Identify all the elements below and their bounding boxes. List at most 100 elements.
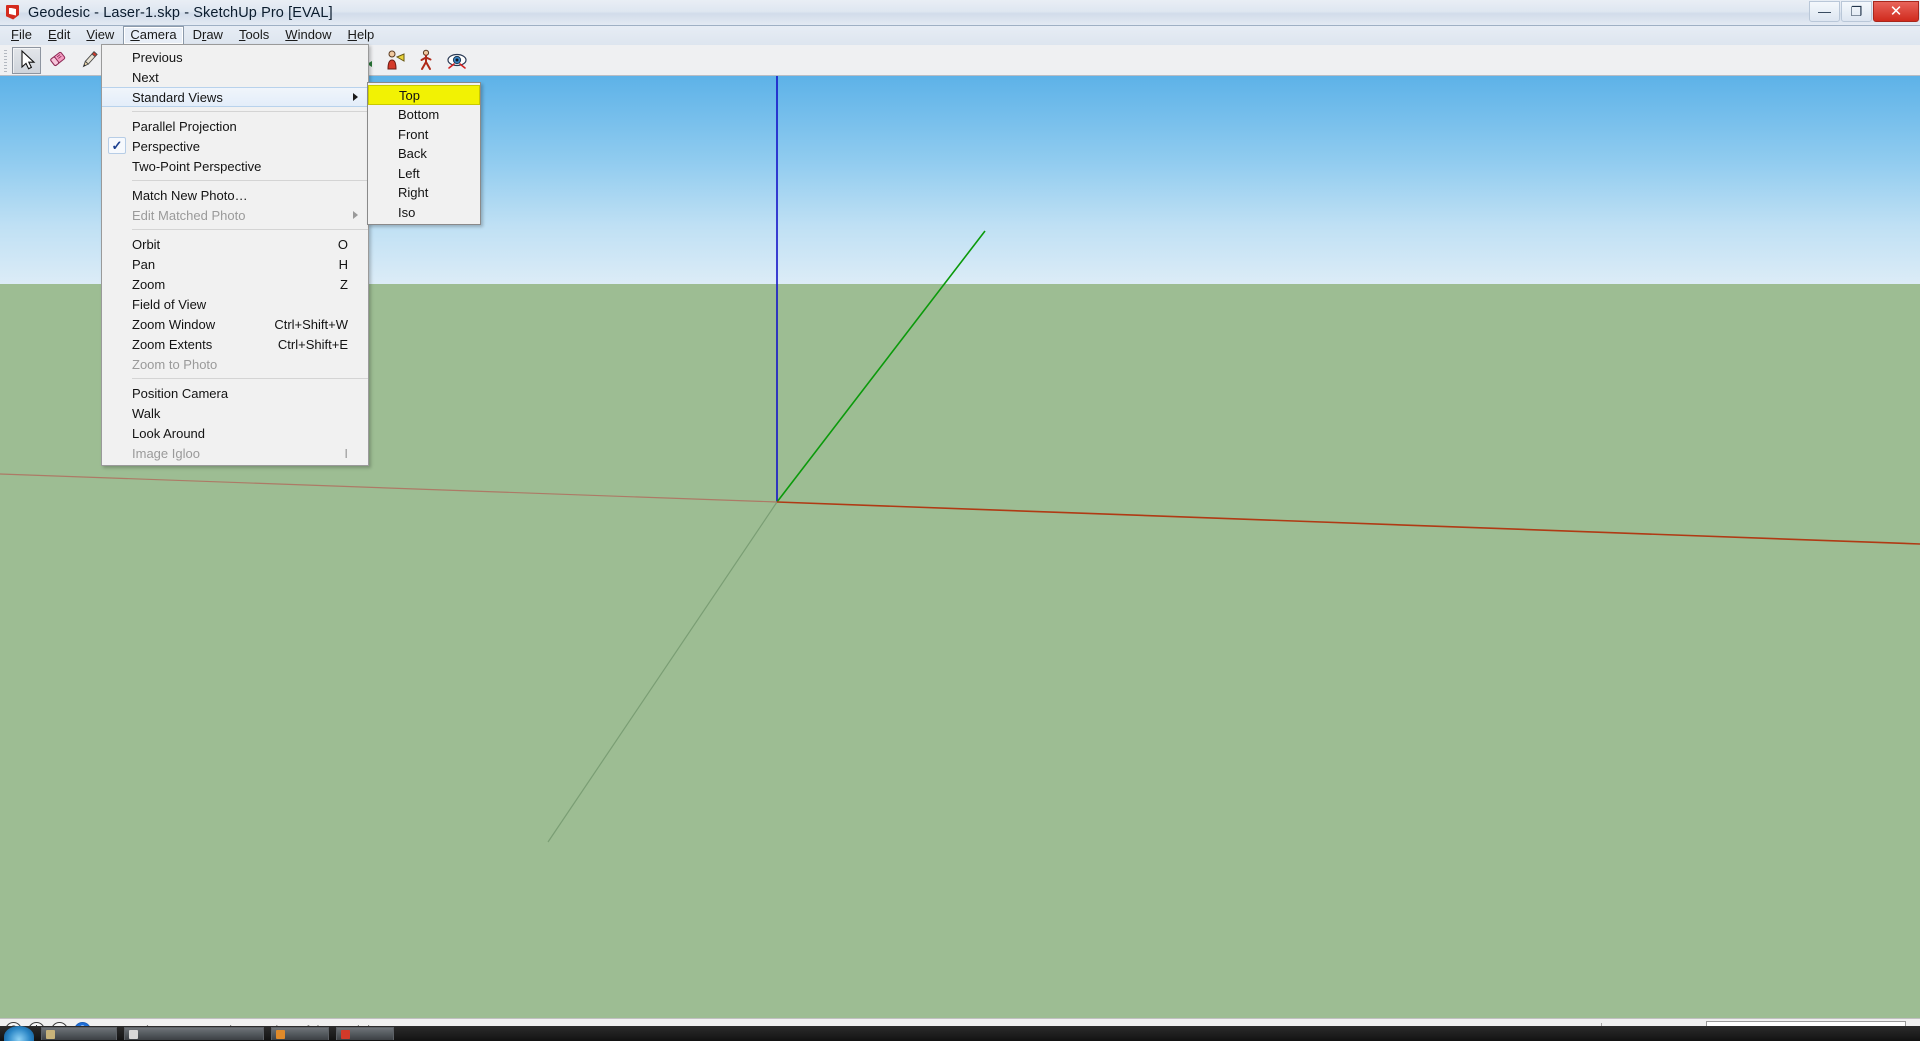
eraser-icon (49, 51, 65, 66)
select-tool-button[interactable] (12, 46, 41, 74)
menu-item-zoom[interactable]: Zoom Z (102, 274, 368, 294)
window-controls: — ❐ ✕ (1809, 0, 1920, 26)
look-around-tool-button[interactable] (442, 47, 471, 74)
chevron-right-icon (353, 93, 358, 101)
menu-item-label: Field of View (132, 296, 207, 312)
submenu-item-label: Front (398, 126, 429, 142)
toolbar-grip[interactable] (2, 48, 9, 72)
green-axis-dashed (547, 501, 778, 843)
menu-separator (132, 180, 368, 181)
submenu-item-front[interactable]: Front (368, 125, 480, 145)
eraser-tool-button[interactable] (43, 47, 72, 74)
walk-icon (420, 49, 431, 70)
close-icon: ✕ (1889, 3, 1903, 20)
menu-item-label: Next (132, 69, 159, 85)
menu-item-label: Pan (132, 256, 156, 272)
menu-item-accel: Ctrl+Shift+E (277, 336, 348, 352)
menu-item-accel: O (337, 236, 348, 252)
submenu-item-label: Left (398, 165, 420, 181)
menu-item-label: Previous (132, 49, 183, 65)
look-around-icon (446, 53, 467, 69)
menu-item-field-of-view[interactable]: Field of View (102, 294, 368, 314)
menu-item-two-point-perspective[interactable]: Two-Point Perspective (102, 156, 368, 176)
menu-window[interactable]: Window (278, 26, 338, 45)
menu-separator (132, 378, 368, 379)
red-axis-dashed (0, 473, 778, 503)
menu-item-standard-views[interactable]: Standard Views (102, 87, 368, 107)
menu-item-image-igloo: Image Igloo I (102, 443, 368, 463)
taskbar-item-icon (46, 1029, 55, 1039)
menu-item-label: Look Around (132, 425, 206, 441)
menu-item-match-new-photo[interactable]: Match New Photo… (102, 185, 368, 205)
menu-item-next[interactable]: Next (102, 67, 368, 87)
menu-item-accel: Ctrl+Shift+W (274, 316, 348, 332)
taskbar-item[interactable] (336, 1027, 394, 1040)
submenu-item-iso[interactable]: Iso (368, 203, 480, 223)
maximize-button[interactable]: ❐ (1841, 1, 1872, 22)
menu-item-label: Zoom (132, 276, 166, 292)
menu-item-previous[interactable]: Previous (102, 47, 368, 67)
minimize-icon: — (1818, 4, 1831, 19)
chevron-right-icon (353, 211, 358, 219)
menu-item-zoom-window[interactable]: Zoom Window Ctrl+Shift+W (102, 314, 368, 334)
menu-item-label: Perspective (132, 138, 200, 154)
menu-item-pan[interactable]: Pan H (102, 254, 368, 274)
submenu-item-label: Iso (398, 204, 416, 220)
sketchup-window: Geodesic - Laser-1.skp - SketchUp Pro [E… (0, 0, 1920, 1041)
taskbar-item[interactable] (124, 1027, 264, 1040)
taskbar (0, 1026, 1920, 1041)
submenu-item-top[interactable]: Top (368, 85, 480, 105)
line-tool-button[interactable] (74, 47, 103, 74)
arrow-cursor-icon (20, 49, 35, 70)
menu-camera[interactable]: Camera (123, 26, 184, 45)
menu-item-label: Two-Point Perspective (132, 158, 262, 174)
taskbar-item[interactable] (271, 1027, 329, 1040)
submenu-item-left[interactable]: Left (368, 164, 480, 184)
submenu-item-label: Back (398, 146, 427, 162)
pencil-icon (82, 51, 98, 68)
menu-item-edit-matched-photo: Edit Matched Photo (102, 205, 368, 225)
menu-item-label: Zoom Extents (132, 336, 213, 352)
submenu-item-label: Right (398, 185, 429, 201)
menu-item-label: Match New Photo… (132, 187, 248, 203)
minimize-button[interactable]: — (1809, 1, 1840, 22)
submenu-item-back[interactable]: Back (368, 144, 480, 164)
menu-item-perspective[interactable]: ✓ Perspective (102, 136, 368, 156)
menu-view[interactable]: View (79, 26, 121, 45)
menu-tools[interactable]: Tools (232, 26, 276, 45)
submenu-item-label: Top (399, 87, 420, 103)
menu-item-look-around[interactable]: Look Around (102, 423, 368, 443)
red-axis (776, 501, 1920, 545)
menu-file[interactable]: File (4, 26, 39, 45)
menu-item-orbit[interactable]: Orbit O (102, 234, 368, 254)
menu-help[interactable]: Help (341, 26, 382, 45)
position-camera-button[interactable] (380, 47, 409, 74)
menu-item-label: Edit Matched Photo (132, 207, 246, 223)
menu-item-zoom-extents[interactable]: Zoom Extents Ctrl+Shift+E (102, 334, 368, 354)
menu-edit[interactable]: Edit (41, 26, 77, 45)
menu-item-accel: H (338, 256, 348, 272)
menu-item-label: Position Camera (132, 385, 229, 401)
camera-dropdown-menu: Previous Next Standard Views Parallel Pr… (101, 44, 369, 466)
menu-item-label: Parallel Projection (132, 118, 237, 134)
close-button[interactable]: ✕ (1873, 1, 1919, 22)
submenu-item-bottom[interactable]: Bottom (368, 105, 480, 125)
menu-item-label: Image Igloo (132, 445, 200, 461)
submenu-item-right[interactable]: Right (368, 183, 480, 203)
title-bar: Geodesic - Laser-1.skp - SketchUp Pro [E… (0, 0, 1920, 26)
menu-bar: File Edit View Camera Draw Tools Window … (0, 26, 1920, 45)
menu-item-parallel-projection[interactable]: Parallel Projection (102, 116, 368, 136)
menu-draw[interactable]: Draw (186, 26, 230, 45)
start-button[interactable] (4, 1026, 34, 1041)
checkmark-icon: ✓ (108, 137, 126, 154)
menu-item-zoom-to-photo: Zoom to Photo (102, 354, 368, 374)
menu-item-accel: I (344, 445, 348, 461)
sketchup-icon (4, 4, 22, 22)
menu-item-accel: Z (340, 276, 348, 292)
walk-tool-button[interactable] (411, 47, 440, 74)
menu-item-position-camera[interactable]: Position Camera (102, 383, 368, 403)
taskbar-item[interactable] (41, 1027, 117, 1040)
menu-item-walk[interactable]: Walk (102, 403, 368, 423)
menu-item-label: Zoom Window (132, 316, 216, 332)
submenu-item-label: Bottom (398, 107, 440, 123)
